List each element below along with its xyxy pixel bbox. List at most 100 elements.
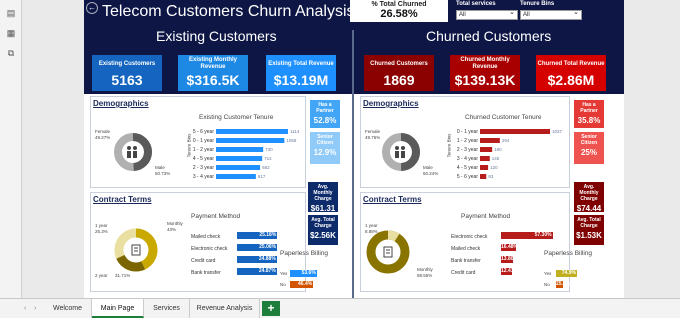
existing-section-title: Existing Customers [156, 28, 277, 44]
churned-customers-value: 1869 [383, 72, 415, 88]
churned-monthly-revenue-label: Churned Monthly Revenue [460, 57, 510, 70]
tenure-bar[interactable] [216, 129, 288, 134]
churned-total-revenue-value: $2.86M [547, 72, 595, 88]
report-canvas: ← Telecom Customers Churn Analysis % Tot… [84, 0, 624, 298]
churned-payment-label: Bank transfer [451, 258, 481, 264]
existing-avg-monthly-card: Avg. Monthly Charge $61.31 [308, 182, 338, 213]
tab-scroll-right-icon[interactable]: › [34, 299, 36, 318]
page-tab-bar: ‹ › Welcome Main Page Services Revenue A… [0, 298, 680, 318]
churned-avg-total-label: Avg. Total Charge [577, 217, 601, 229]
tab-scroll-left-icon[interactable]: ‹ [24, 299, 26, 318]
tenure-bar[interactable] [216, 174, 256, 179]
existing-monthly-revenue-value: $316.5K [186, 72, 240, 88]
existing-female-label: Female [95, 129, 111, 134]
tenure-bin-label: 4 - 5 year [193, 156, 214, 162]
tenure-bar-value: 1037 [552, 129, 563, 134]
table-view-icon[interactable]: ▦ [5, 28, 17, 38]
churned-avg-total-value: $1.53K [576, 231, 602, 240]
tenure-bar-value: 120 [490, 165, 498, 170]
existing-payment-bar: 24.88% [237, 256, 277, 263]
churned-monthly-revenue-value: $139.13K [454, 72, 516, 88]
tenure-bar-value: 93 [488, 174, 494, 179]
existing-total-revenue-value: $13.19M [273, 72, 329, 88]
tenure-bar[interactable] [480, 138, 500, 143]
existing-customers-label: Existing Customers [98, 60, 156, 67]
report-view-icon[interactable]: ▤ [5, 8, 17, 18]
existing-male-pct: 50.73% [155, 171, 171, 176]
app-window: ▤ ▦ ⧉ ← Telecom Customers Churn Analysis… [0, 0, 680, 318]
churned-payment-label: Electronic check [451, 234, 488, 240]
tab-welcome[interactable]: Welcome [44, 299, 92, 318]
churned-payment-bar: 16.48% [501, 244, 518, 251]
existing-contract-one-pct: 25.3% [95, 229, 108, 234]
churned-contract-title: Contract Terms [363, 195, 422, 204]
existing-payment-title: Payment Method [191, 213, 241, 220]
slicer-tenure-bins-dropdown[interactable]: All [520, 8, 582, 20]
churned-paperless-yes-label: Yes [544, 271, 552, 276]
tenure-bin-label: 0 - 1 year [457, 129, 478, 135]
tenure-bar[interactable] [216, 138, 285, 143]
section-divider [352, 30, 354, 298]
existing-contract-two-pct: 31.71% [115, 273, 131, 278]
tenure-bar[interactable] [480, 147, 493, 152]
churned-paperless-no-label: No [544, 282, 550, 287]
add-page-button[interactable]: + [262, 301, 280, 316]
existing-payment-label: Credit card [191, 258, 216, 264]
tenure-bar-value: 1058 [286, 138, 297, 143]
existing-monthly-revenue-label: Existing Monthly Revenue [189, 57, 237, 70]
existing-total-revenue-label: Existing Total Revenue [268, 60, 334, 67]
churned-avg-monthly-label: Avg. Monthly Charge [579, 184, 599, 202]
existing-payment-bar: 24.87% [237, 268, 277, 275]
report-title: Telecom Customers Churn Analysis [102, 3, 355, 20]
churned-total-revenue-label: Churned Total Revenue [537, 60, 605, 67]
tab-main-page[interactable]: Main Page [92, 299, 144, 318]
existing-senior-label: Senior Citizen [316, 134, 334, 146]
churned-demographics-panel: Demographics Churned Customer Tenure Fem… [360, 96, 570, 188]
churned-contract-monthly-label: Monthly [417, 267, 433, 272]
existing-payment-bar: 25.18% [237, 232, 278, 239]
slicer-total-services-dropdown[interactable]: All [456, 8, 518, 20]
existing-female-pct: 49.27% [95, 135, 111, 140]
existing-partner-card: Has a Partner 52.8% [310, 100, 340, 128]
tab-services[interactable]: Services [144, 299, 190, 318]
existing-contract-one-label: 1 year [95, 223, 108, 228]
tenure-bin-label: 2 - 3 year [457, 147, 478, 153]
existing-tenure-title: Existing Customer Tenure [199, 114, 274, 121]
existing-contract-title: Contract Terms [93, 195, 152, 204]
tenure-bar[interactable] [480, 129, 550, 134]
churned-demographics-title: Demographics [363, 99, 419, 108]
churned-contract-one-label: 1 year [365, 223, 378, 228]
tenure-bin-label: 5 - 6 year [457, 174, 478, 180]
existing-customers-card: Existing Customers 5163 [92, 55, 162, 91]
churned-customers-card: Churned Customers 1869 [364, 55, 434, 91]
tenure-bar[interactable] [216, 156, 263, 161]
tenure-bar[interactable] [480, 165, 489, 170]
existing-paperless-no-bar: 46.4% [290, 281, 314, 288]
existing-payment-label: Mailed check [191, 234, 221, 240]
churned-payment-label: Credit card [451, 270, 476, 276]
tenure-bar[interactable] [480, 174, 487, 179]
churned-male-label: Male [423, 165, 433, 170]
existing-male-label: Male [155, 165, 165, 170]
back-icon[interactable]: ← [86, 2, 98, 14]
existing-monthly-revenue-card: Existing Monthly Revenue $316.5K [178, 55, 248, 91]
churned-avg-monthly-value: $74.44 [576, 204, 602, 213]
contract-doc-icon [383, 246, 393, 258]
model-view-icon[interactable]: ⧉ [5, 48, 17, 58]
existing-demographics-panel: Demographics Existing Customer Tenure Fe… [90, 96, 306, 188]
family-icon [395, 146, 405, 158]
tenure-bar[interactable] [216, 165, 261, 170]
tenure-bar-value: 180 [494, 147, 502, 152]
churned-senior-card: Senior Citizen 25% [574, 132, 604, 164]
churned-customers-label: Churned Customers [370, 60, 428, 67]
existing-contract-two-label: 2 year [95, 273, 108, 278]
contract-doc-icon [131, 244, 141, 256]
tab-revenue-analysis[interactable]: Revenue Analysis [190, 299, 260, 318]
tenure-bar[interactable] [216, 147, 264, 152]
churned-total-revenue-card: Churned Total Revenue $2.86M [536, 55, 606, 91]
tenure-bin-label: 1 - 2 year [193, 147, 214, 153]
churned-avg-monthly-card: Avg. Monthly Charge $74.44 [574, 182, 604, 213]
churned-payment-title: Payment Method [461, 213, 511, 220]
tenure-bar[interactable] [480, 156, 490, 161]
churned-payment-bar: 12.41% [501, 268, 518, 275]
